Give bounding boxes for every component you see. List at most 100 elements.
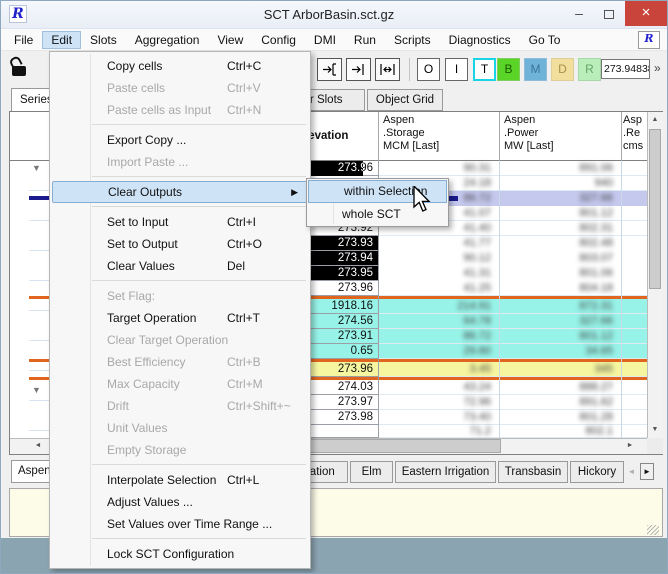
menu-item-target-operation[interactable]: Target OperationCtrl+T — [50, 307, 310, 329]
table-row[interactable]: 273.96273.9690.31891.06 — [261, 161, 647, 176]
menu-edit[interactable]: Edit — [42, 31, 81, 49]
maximize-button[interactable] — [595, 2, 623, 24]
v-scroll-up-icon[interactable]: ▲ — [647, 112, 663, 128]
table-row[interactable]: 273.9490.12803.07 — [261, 251, 647, 266]
power-cell-blurred[interactable]: 891.06 — [499, 161, 621, 176]
tab-scroll-left-icon[interactable]: ◄ — [625, 463, 638, 480]
menu-item-copy-cells[interactable]: Copy cellsCtrl+C — [50, 55, 310, 77]
riverware-toolbar-icon[interactable]: R — [638, 31, 660, 49]
goto-end-icon[interactable] — [346, 58, 371, 81]
table-row[interactable]: 273.9772.96891.62 — [261, 395, 647, 410]
menu-file[interactable]: File — [5, 31, 42, 49]
storage-cell-blurred[interactable]: 73.40 — [378, 410, 499, 425]
table-row[interactable]: 273.9186.72801.12 — [261, 329, 647, 344]
power-cell-blurred[interactable]: 327.66 — [499, 191, 621, 206]
power-cell-blurred[interactable]: 940 — [499, 176, 621, 191]
menu-slots[interactable]: Slots — [81, 31, 126, 49]
flag-button-r[interactable]: R — [578, 58, 601, 81]
table-row[interactable]: 273.9641.25804.18 — [261, 281, 647, 296]
power-cell-blurred[interactable]: 34.65 — [499, 344, 621, 359]
storage-cell-blurred[interactable]: 90.31 — [378, 161, 499, 176]
tab-scroll-right-icon[interactable]: ► — [640, 463, 654, 480]
menu-item-drift[interactable]: DriftCtrl+Shift+~ — [50, 395, 310, 417]
table-row[interactable]: 273.963.45345 — [261, 362, 647, 377]
menu-item-set-values-over-time-range[interactable]: Set Values over Time Range ... — [50, 513, 310, 535]
expand-range-icon[interactable] — [375, 58, 400, 81]
storage-cell-blurred[interactable]: 29.80 — [378, 344, 499, 359]
menu-item-best-efficiency[interactable]: Best EfficiencyCtrl+B — [50, 351, 310, 373]
h-scroll-left-icon[interactable]: ◄ — [29, 438, 47, 454]
storage-cell-blurred[interactable]: 41.77 — [378, 236, 499, 251]
toolbar-overflow-chevron[interactable]: » — [654, 61, 661, 75]
v-scrollbar-thumb[interactable] — [649, 129, 661, 289]
h-scrollbar-thumb[interactable] — [303, 439, 501, 453]
menu-item-empty-storage[interactable]: Empty Storage — [50, 439, 310, 461]
menu-scripts[interactable]: Scripts — [385, 31, 440, 49]
cell-value-field[interactable]: 273.9483870 — [601, 59, 650, 79]
h-scroll-right-icon[interactable]: ► — [621, 438, 639, 454]
tab-object-elm[interactable]: Elm — [350, 461, 393, 483]
menu-item-unit-values[interactable]: Unit Values — [50, 417, 310, 439]
table-row[interactable]: 274.5664.78327.66 — [261, 314, 647, 329]
menu-run[interactable]: Run — [345, 31, 385, 49]
power-cell-blurred[interactable]: 801.06 — [499, 266, 621, 281]
menu-item-set-flag[interactable]: Set Flag: — [50, 285, 310, 307]
power-cell-blurred[interactable]: 802.48 — [499, 236, 621, 251]
tab-object-eastern-irrigation[interactable]: Eastern Irrigation — [395, 461, 496, 483]
storage-cell-blurred[interactable]: 72.96 — [378, 395, 499, 410]
storage-cell-blurred[interactable]: 90.12 — [378, 251, 499, 266]
lock-button[interactable] — [7, 56, 33, 82]
storage-cell-blurred[interactable]: 41.31 — [378, 266, 499, 281]
menu-view[interactable]: View — [208, 31, 252, 49]
table-row[interactable]: 0.6529.8034.65 — [261, 344, 647, 359]
menu-item-max-capacity[interactable]: Max CapacityCtrl+M — [50, 373, 310, 395]
storage-cell-blurred[interactable]: 214.91 — [378, 299, 499, 314]
power-cell-blurred[interactable]: 801.12 — [499, 329, 621, 344]
menu-config[interactable]: Config — [252, 31, 305, 49]
menu-go-to[interactable]: Go To — [520, 31, 570, 49]
power-cell-blurred[interactable]: 345 — [499, 362, 621, 377]
table-row[interactable]: 274.0343.24888.27 — [261, 380, 647, 395]
menu-diagnostics[interactable]: Diagnostics — [440, 31, 520, 49]
tab-object-hickory[interactable]: Hickory — [570, 461, 624, 483]
storage-cell-blurred[interactable]: 3.45 — [378, 362, 499, 377]
table-row[interactable]: 273.9541.31801.06 — [261, 266, 647, 281]
menu-item-paste-cells-as-input[interactable]: Paste cells as InputCtrl+N — [50, 99, 310, 121]
storage-cell-blurred[interactable]: 71.2 — [378, 425, 499, 438]
minimize-button[interactable]: – — [565, 2, 593, 24]
menu-item-set-to-output[interactable]: Set to OutputCtrl+O — [50, 233, 310, 255]
menu-item-lock-sct-configuration[interactable]: Lock SCT Configuration — [50, 543, 310, 565]
menu-item-set-to-input[interactable]: Set to InputCtrl+I — [50, 211, 310, 233]
power-cell-blurred[interactable]: 801.12 — [499, 206, 621, 221]
close-button[interactable]: × — [625, 1, 667, 26]
menu-dmi[interactable]: DMI — [305, 31, 345, 49]
power-cell-blurred[interactable]: 327.66 — [499, 314, 621, 329]
menu-aggregation[interactable]: Aggregation — [126, 31, 209, 49]
flag-button-m[interactable]: M — [524, 58, 547, 81]
flag-button-b[interactable]: B — [497, 58, 520, 81]
power-cell-blurred[interactable]: 802.1 — [499, 425, 621, 438]
table-row[interactable]: 71.2802.1 — [261, 425, 647, 438]
power-cell-blurred[interactable]: 801.28 — [499, 410, 621, 425]
power-cell-blurred[interactable]: 888.27 — [499, 380, 621, 395]
storage-cell-blurred[interactable]: 64.78 — [378, 314, 499, 329]
v-scroll-down-icon[interactable]: ▼ — [647, 422, 663, 438]
menu-item-interpolate-selection[interactable]: Interpolate SelectionCtrl+L — [50, 469, 310, 491]
menu-item-adjust-values[interactable]: Adjust Values ... — [50, 491, 310, 513]
tab-object-grid[interactable]: Object Grid — [367, 89, 443, 111]
tab-object-transbasin[interactable]: Transbasin — [498, 461, 568, 483]
power-cell-blurred[interactable]: 803.07 — [499, 251, 621, 266]
goto-start-icon[interactable] — [317, 58, 342, 81]
menu-item-clear-target-operation[interactable]: Clear Target Operation — [50, 329, 310, 351]
power-cell-blurred[interactable]: 872.31 — [499, 299, 621, 314]
storage-cell-blurred[interactable]: 86.72 — [378, 329, 499, 344]
menu-item-import-paste[interactable]: Import Paste ... — [50, 151, 310, 173]
menu-item-paste-cells[interactable]: Paste cellsCtrl+V — [50, 77, 310, 99]
flag-button-d[interactable]: D — [551, 58, 574, 81]
flag-button-i[interactable]: I — [445, 58, 468, 81]
table-row[interactable]: 1918.16214.91872.31 — [261, 299, 647, 314]
table-row[interactable]: 273.9873.40801.28 — [261, 410, 647, 425]
power-cell-blurred[interactable]: 804.18 — [499, 281, 621, 296]
flag-button-o[interactable]: O — [417, 58, 440, 81]
table-row[interactable]: 273.9341.77802.48 — [261, 236, 647, 251]
